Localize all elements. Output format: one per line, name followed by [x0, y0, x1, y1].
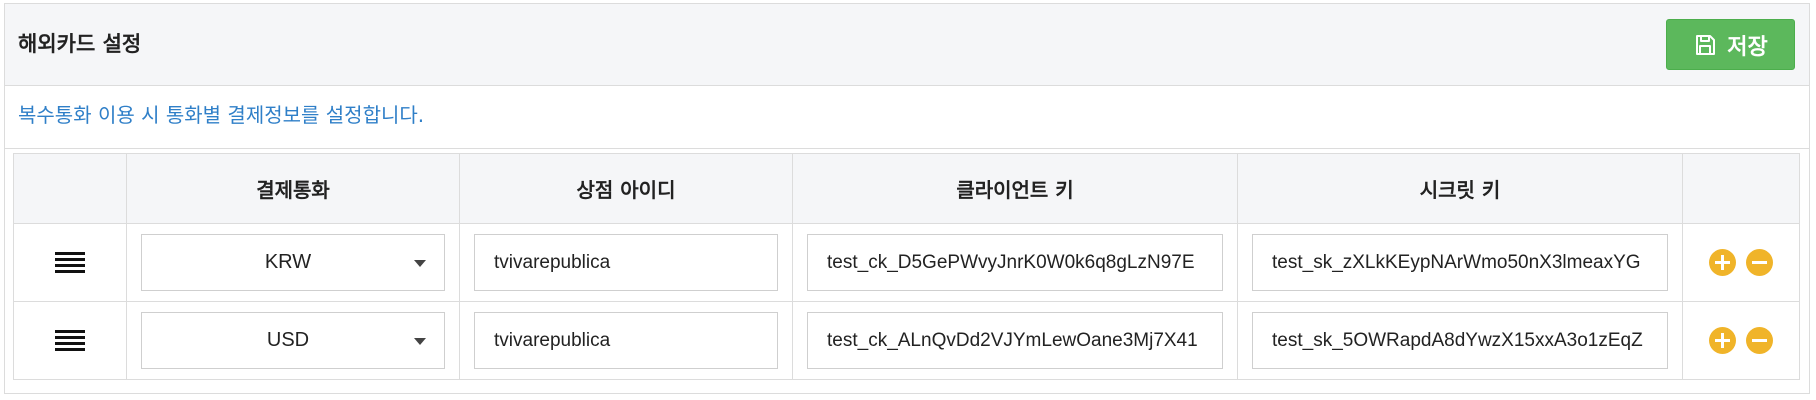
merchant-id-input[interactable]: tvivarepublica	[474, 234, 778, 291]
column-header-actions	[1682, 153, 1800, 224]
actions-cell	[1682, 301, 1800, 380]
actions-cell	[1682, 223, 1800, 302]
client-key-cell: test_ck_ALnQvDd2VJYmLewOane3Mj7X41	[792, 301, 1238, 380]
merchant-id-input[interactable]: tvivarepublica	[474, 312, 778, 369]
secret-key-cell: test_sk_zXLkKEypNArWmo50nX3lmeaxYG	[1237, 223, 1683, 302]
secret-key-input[interactable]: test_sk_5OWRapdA8dYwzX15xxA3o1zEqZ	[1252, 312, 1668, 369]
panel-header: 해외카드 설정 저장	[5, 4, 1809, 86]
currency-cell: KRW	[126, 223, 460, 302]
column-header-merchant-id: 상점 아이디	[459, 153, 793, 224]
table-row: KRW tvivarepublica test_ck_D5GePWvyJnrK0…	[13, 223, 1800, 302]
currency-select[interactable]: KRW	[141, 234, 445, 291]
currency-payment-table: 결제통화 상점 아이디 클라이언트 키 시크릿 키 KRW tvivarepub…	[13, 153, 1800, 380]
save-button[interactable]: 저장	[1666, 19, 1795, 70]
row-actions	[1683, 327, 1799, 354]
table-header-row: 결제통화 상점 아이디 클라이언트 키 시크릿 키	[13, 153, 1800, 224]
merchant-id-cell: tvivarepublica	[459, 301, 793, 380]
column-header-handle	[13, 153, 127, 224]
currency-select-value: USD	[266, 329, 310, 351]
floppy-disk-icon	[1696, 34, 1716, 55]
row-actions	[1683, 249, 1799, 276]
client-key-input[interactable]: test_ck_ALnQvDd2VJYmLewOane3Mj7X41	[807, 312, 1223, 369]
drag-handle-icon[interactable]	[55, 329, 85, 352]
save-button-label: 저장	[1727, 34, 1768, 60]
drag-handle-icon[interactable]	[55, 251, 85, 274]
secret-key-input[interactable]: test_sk_zXLkKEypNArWmo50nX3lmeaxYG	[1252, 234, 1668, 291]
plus-circle-icon[interactable]	[1709, 327, 1736, 354]
currency-cell: USD	[126, 301, 460, 380]
table-row: USD tvivarepublica test_ck_ALnQvDd2VJYmL…	[13, 301, 1800, 380]
caret-down-icon	[414, 260, 426, 267]
client-key-cell: test_ck_D5GePWvyJnrK0W0k6q8gLzN97E	[792, 223, 1238, 302]
handle-cell	[13, 223, 127, 302]
currency-select-value: KRW	[264, 251, 312, 273]
secret-key-cell: test_sk_5OWRapdA8dYwzX15xxA3o1zEqZ	[1237, 301, 1683, 380]
client-key-input[interactable]: test_ck_D5GePWvyJnrK0W0k6q8gLzN97E	[807, 234, 1223, 291]
column-header-secret-key: 시크릿 키	[1237, 153, 1683, 224]
plus-circle-icon[interactable]	[1709, 249, 1736, 276]
description-text: 복수통화 이용 시 통화별 결제정보를 설정합니다.	[5, 86, 1809, 149]
handle-cell	[13, 301, 127, 380]
merchant-id-cell: tvivarepublica	[459, 223, 793, 302]
minus-circle-icon[interactable]	[1746, 249, 1773, 276]
column-header-currency: 결제통화	[126, 153, 460, 224]
currency-select[interactable]: USD	[141, 312, 445, 369]
minus-circle-icon[interactable]	[1746, 327, 1773, 354]
column-header-client-key: 클라이언트 키	[792, 153, 1238, 224]
panel-title: 해외카드 설정	[18, 32, 142, 56]
caret-down-icon	[414, 338, 426, 345]
